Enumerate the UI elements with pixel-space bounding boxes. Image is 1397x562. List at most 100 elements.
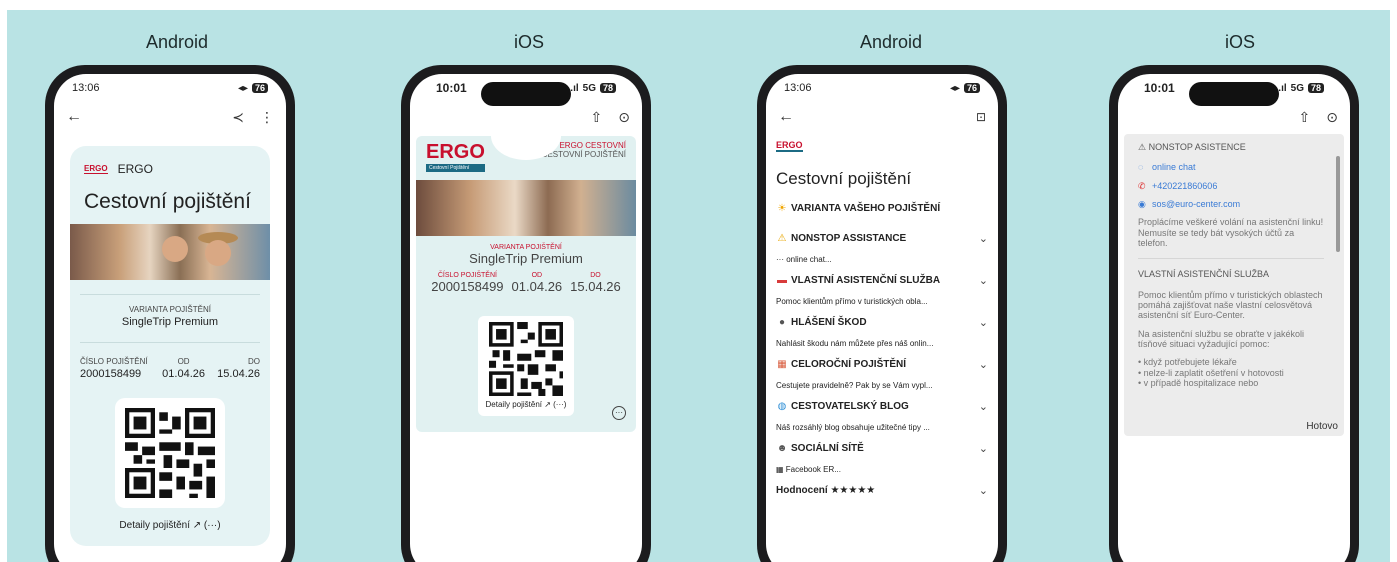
email-icon: ◉ <box>1138 199 1146 210</box>
ergo-logo: ERGO <box>426 141 485 163</box>
battery-icon: 76 <box>963 83 980 93</box>
divider <box>1138 258 1324 260</box>
ergo-logo-subtitle: Cestovní Pojištění <box>426 164 485 172</box>
photo-person <box>205 240 231 266</box>
comparison-stage: Android iOS Android iOS 13:06 ◂▸ 76 ← ≺ ⋮ … <box>7 10 1390 562</box>
details-link[interactable]: Detaily pojištění ↗ (···) <box>486 400 567 409</box>
ergo-logo: ERGO <box>776 140 803 152</box>
policy-label: ČÍSLO POJIŠTĚNÍ <box>437 272 497 279</box>
chevron-down-icon: ⌄ <box>978 443 988 455</box>
to-value: 15.04.26 <box>570 279 621 294</box>
qr-code-box <box>115 398 225 508</box>
variant-value: SingleTrip Premium <box>469 251 583 266</box>
more-circle-icon[interactable]: ··· <box>612 406 626 420</box>
qr-code-box: Detaily pojištění ↗ (···) <box>478 316 574 416</box>
hero-photo <box>416 180 636 236</box>
section-nonstop[interactable]: ⚠ NONSTOP ASSISTANCE ⌄ <box>776 232 988 245</box>
share-icon[interactable]: ≺ <box>232 109 244 126</box>
toolbar: ⇧ ⊙ <box>1118 102 1350 132</box>
status-icons: .ıl 5G 78 <box>1278 83 1324 94</box>
network-type: 5G <box>582 82 596 94</box>
clock: 13:06 <box>72 82 100 94</box>
more-circle-icon[interactable]: ⊙ <box>1326 109 1338 126</box>
paragraph: Proplácíme veškeré volání na asistenční … <box>1138 217 1324 249</box>
policy-label: ČÍSLO POJIŠTĚNÍ <box>80 357 148 366</box>
phone-link[interactable]: ✆ +420221860606 <box>1138 181 1324 191</box>
chevron-down-icon: ⌄ <box>978 485 988 497</box>
details-link[interactable]: Detaily pojištění ↗ (···) <box>70 520 270 531</box>
section-claims[interactable]: ● HLÁŠENÍ ŠKOD ⌄ <box>776 316 988 329</box>
section-social[interactable]: ☻ SOCIÁLNÍ SÍTĚ ⌄ <box>776 442 988 455</box>
chat-link[interactable]: ◌ online chat <box>1138 162 1324 172</box>
pass-back-sheet[interactable]: ⚠ NONSTOP ASISTENCE ◌ online chat ✆ +42022… <box>1124 134 1344 436</box>
page-title: Cestovní pojištění <box>776 169 912 188</box>
platform-label-ios-1: iOS <box>513 32 544 52</box>
network-type: 5G <box>1290 82 1304 94</box>
photo-person <box>162 236 188 262</box>
bullet: • nelze-li zaplatit ošetření v hotovosti <box>1138 367 1284 378</box>
email-link[interactable]: ◉ sos@euro-center.com <box>1138 199 1324 209</box>
platform-label-ios-2: iOS <box>1224 32 1255 52</box>
signal-icon: .ıl <box>570 82 579 94</box>
pass-fields: ČÍSLO POJIŠTĚNÍ 2000158499 OD 01.04.26 DO 1… <box>70 343 270 380</box>
sheet-content: ⚠ NONSTOP ASISTENCE ◌ online chat ✆ +42022… <box>1124 134 1344 389</box>
share-icon[interactable]: ⇧ <box>1299 109 1311 126</box>
battery-icon: 78 <box>1307 83 1324 93</box>
signal-icon: .ıl <box>1278 82 1287 94</box>
bullet: • když potřebujete lékaře <box>1138 357 1237 368</box>
paragraph: Pomoc klientům přímo v turistických obla… <box>1138 289 1323 321</box>
section-title: VARIANTA VAŠEHO POJIŠTĚNÍ <box>791 203 941 214</box>
section-title: CESTOVATELSKÝ BLOG <box>791 401 909 412</box>
status-icons: .ıl 5G 78 <box>570 83 616 94</box>
variant-label: VARIANTA POJIŠTĚNÍ <box>129 305 211 314</box>
link-text: online chat <box>1152 162 1196 173</box>
sun-icon: ☀ <box>777 203 787 214</box>
section-title: HLÁŠENÍ ŠKOD <box>791 317 867 328</box>
phone-screen: 13:06 ◂▸ 76 ← ≺ ⋮ ERGO ERGO Cestovní pojiš… <box>54 74 286 562</box>
brand-name: ERGO <box>117 162 153 176</box>
section-rating[interactable]: Hodnocení ★★★★★ ⌄ <box>776 484 988 497</box>
toolbar: ← ≺ ⋮ <box>54 102 286 132</box>
bullet: • v případě hospitalizace nebo <box>1138 378 1259 389</box>
wallet-pass[interactable]: ERGO Cestovní Pojištění ERGO CESTOVNÍ CE… <box>416 136 636 432</box>
from-label: OD <box>177 357 190 366</box>
back-arrow-icon[interactable]: ← <box>778 108 794 126</box>
section-variant[interactable]: ☀ VARIANTA VAŠEHO POJIŠTĚNÍ <box>776 203 988 214</box>
signal-icon: ◂▸ <box>237 82 248 94</box>
toolbar: ⇧ ⊙ <box>410 102 642 132</box>
toolbar: ← ⊡ <box>766 102 998 132</box>
feedback-icon[interactable]: ⊡ <box>976 110 986 124</box>
chevron-down-icon: ⌄ <box>978 317 988 329</box>
phone-icon: ✆ <box>1138 180 1146 191</box>
section-preview: ▦ Facebook ER... <box>776 465 841 474</box>
pass-card[interactable]: ERGO ERGO Cestovní pojištění VARIANTA PO… <box>70 146 270 546</box>
platform-label-android-1: Android <box>145 32 209 52</box>
section-title: NONSTOP ASSISTANCE <box>791 233 907 244</box>
section-annual[interactable]: ▦ CELOROČNÍ POJIŠTĚNÍ ⌄ <box>776 358 988 371</box>
clock: 10:01 <box>436 81 467 95</box>
pass-fields: ČÍSLO POJIŠTĚNÍ 2000158499 OD 01.04.26 DO 1… <box>416 272 636 294</box>
done-button[interactable]: Hotovo <box>1306 421 1338 432</box>
divider <box>80 294 260 295</box>
section-preview: Pomoc klientům přímo v turistických obla… <box>776 297 928 306</box>
status-bar: 13:06 ◂▸ 76 <box>766 74 998 102</box>
phone-screen: 10:01 .ıl 5G 78 ⇧ ⊙ ERGO Cestovní Pojištění… <box>410 74 642 562</box>
phone-screen: 13:06 ◂▸ 76 ← ⊡ ERGO Cestovní pojištění ☀… <box>766 74 998 562</box>
section-assistance[interactable]: ▬ VLASTNÍ ASISTENČNÍ SLUŽBA ⌄ <box>776 274 988 287</box>
more-vert-icon[interactable]: ⋮ <box>260 109 274 126</box>
brand-row: ERGO ERGO <box>70 146 270 184</box>
status-icons: ◂▸ 76 <box>238 83 268 94</box>
details-content: ERGO Cestovní pojištění ☀ VARIANTA VAŠEHO… <box>766 132 998 497</box>
clock: 10:01 <box>1144 81 1175 95</box>
share-icon[interactable]: ⇧ <box>591 109 603 126</box>
pass-title: Cestovní pojištění <box>84 190 251 213</box>
section-title: CELOROČNÍ POJIŠTĚNÍ <box>791 359 907 370</box>
scrollbar[interactable] <box>1336 156 1340 252</box>
megaphone-icon: ● <box>778 317 786 328</box>
section-blog[interactable]: ◍ CESTOVATELSKÝ BLOG ⌄ <box>776 400 988 413</box>
dynamic-island <box>481 82 571 106</box>
status-icons: ◂▸ 76 <box>950 83 980 94</box>
back-arrow-icon[interactable]: ← <box>66 108 82 126</box>
more-circle-icon[interactable]: ⊙ <box>618 109 630 126</box>
from-label: OD <box>531 272 543 279</box>
